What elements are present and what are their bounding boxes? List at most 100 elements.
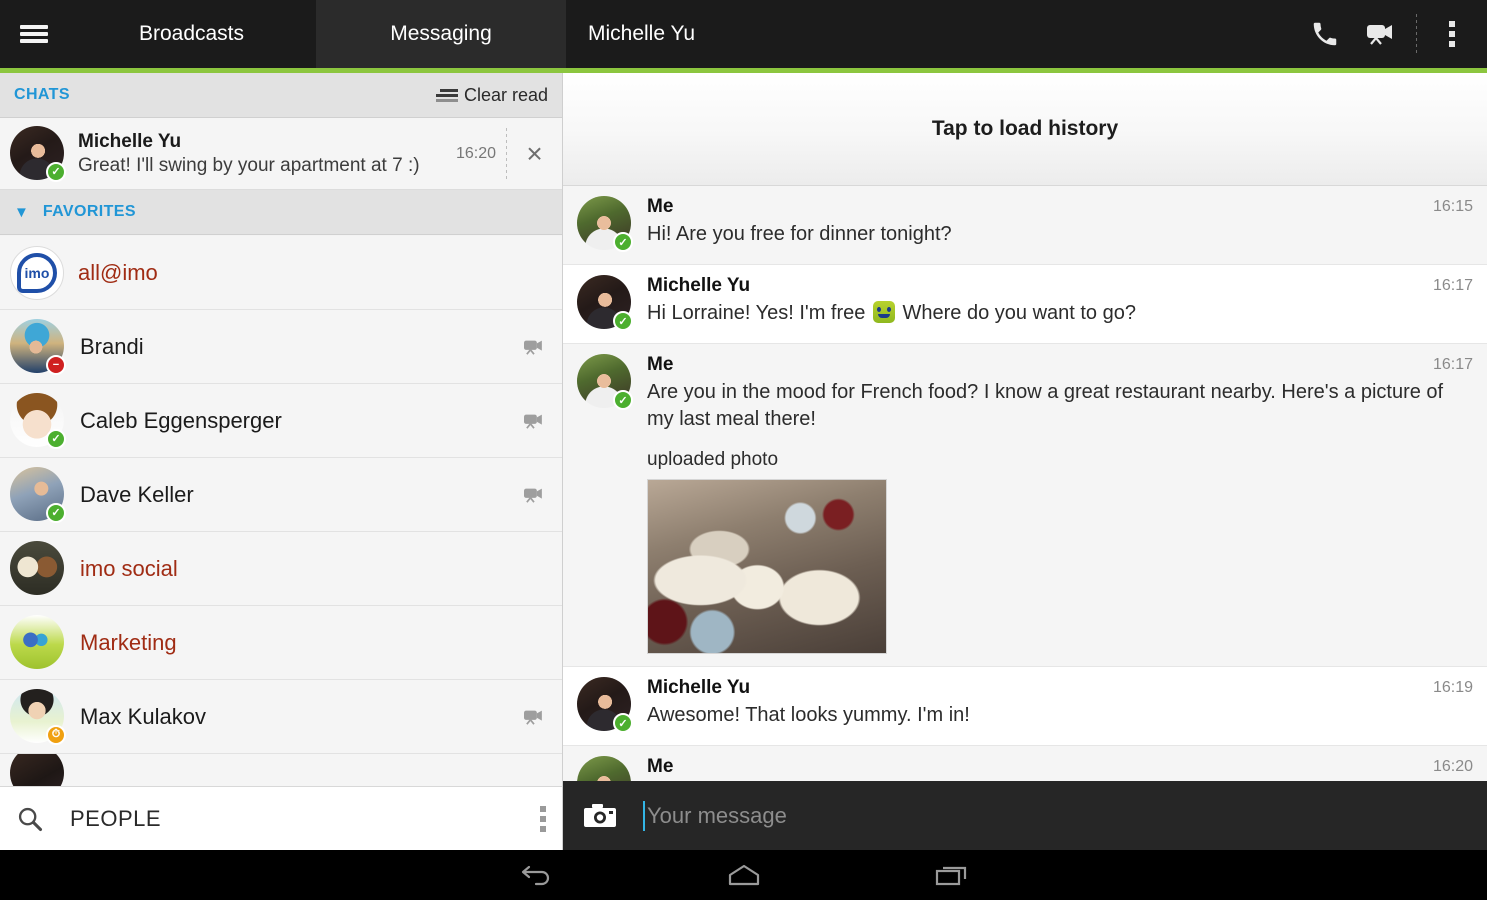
conversation-title: Michelle Yu [588, 22, 696, 45]
nav-back-button[interactable] [506, 855, 566, 895]
list-item[interactable]: ⏱ Max Kulakov [0, 680, 562, 754]
people-overflow-button[interactable] [540, 805, 546, 832]
video-camera-icon [1367, 25, 1392, 45]
chevron-down-icon: ▼ [14, 203, 29, 221]
tab-messaging-label: Messaging [390, 22, 492, 45]
phone-icon [1313, 22, 1337, 46]
avatar [10, 540, 66, 597]
content-area: CHATS Clear read ✓ Michelle Yu Great! I'… [0, 73, 1487, 850]
status-badge-online: ✓ [613, 390, 633, 410]
list-item[interactable]: imo social [0, 532, 562, 606]
nav-recents-button[interactable] [922, 855, 982, 895]
chats-header: CHATS Clear read [0, 73, 562, 118]
message-sender: Me [647, 354, 674, 375]
message-text-after: Where do you want to go? [896, 302, 1136, 324]
list-item[interactable]: − Brandi [0, 310, 562, 384]
message-placeholder: Your message [647, 802, 787, 828]
video-call-button[interactable] [506, 485, 562, 505]
status-badge-online: ✓ [46, 161, 66, 182]
contact-name: Caleb Eggensperger [80, 407, 282, 433]
avatar: ✓ [577, 196, 633, 252]
message-row: ✓ Me Hi! Are you free for dinner tonight… [563, 186, 1487, 265]
message-sender: Michelle Yu [647, 677, 751, 698]
message-input-bar: Your message [563, 781, 1487, 850]
message-body: Me Are you in the mood for French food? … [633, 354, 1487, 654]
contact-name: Brandi [80, 333, 144, 359]
status-badge-online: ✓ [46, 428, 66, 449]
list-item[interactable]: Marketing [0, 606, 562, 680]
contact-name: Marketing [80, 629, 177, 655]
message-sender: Me [647, 756, 674, 777]
clear-read-button[interactable]: Clear read [435, 85, 548, 106]
camera-button[interactable] [583, 803, 625, 829]
camera-icon [584, 803, 616, 827]
status-badge-online: ✓ [46, 502, 66, 523]
avatar-image [10, 540, 64, 595]
message-time: 16:19 [1432, 679, 1473, 696]
contact-name: all@imo [78, 259, 158, 285]
message-body: Michelle Yu Hi Lorraine! Yes! I'm free W… [633, 275, 1487, 331]
app-screen: Broadcasts Messaging Michelle Yu CHATS C… [0, 0, 1487, 900]
overflow-menu-button[interactable] [1427, 0, 1477, 68]
home-icon [728, 864, 759, 886]
chats-header-label: CHATS [14, 86, 70, 103]
status-badge-busy: − [46, 354, 66, 375]
video-call-button[interactable] [506, 707, 562, 727]
load-history-label: Tap to load history [931, 117, 1119, 140]
stacked-lines-icon [435, 88, 458, 102]
video-camera-icon [524, 340, 542, 355]
contact-name: Dave Keller [80, 481, 194, 507]
avatar: ✓ [577, 677, 633, 733]
recents-icon [935, 866, 966, 886]
chat-item-preview: Great! I'll swing by your apartment at 7… [78, 154, 420, 176]
video-call-button[interactable] [506, 337, 562, 357]
message-time: 16:15 [1432, 198, 1473, 215]
message-row: ✓ Michelle Yu Hi Lorraine! Yes! I'm free… [563, 265, 1487, 344]
top-bar: Broadcasts Messaging Michelle Yu [0, 0, 1487, 68]
status-badge-online: ✓ [613, 232, 633, 252]
chat-list-item[interactable]: ✓ Michelle Yu Great! I'll swing by your … [0, 118, 562, 190]
message-list[interactable]: ✓ Me Hi! Are you free for dinner tonight… [563, 186, 1487, 781]
message-time: 16:17 [1432, 356, 1473, 373]
message-photo[interactable] [647, 479, 887, 654]
video-camera-icon [524, 488, 542, 503]
three-dots-icon [1449, 21, 1455, 47]
imo-logo-icon: imo [10, 245, 64, 300]
favorites-header-label: FAVORITES [42, 203, 136, 220]
close-chat-icon[interactable]: × [507, 138, 562, 170]
message-row: ✓ Michelle Yu Awesome! That looks yummy.… [563, 667, 1487, 746]
avatar: − [10, 318, 66, 375]
favorites-header[interactable]: ▼ FAVORITES [0, 190, 562, 235]
message-row: ✓ Me Are you in the mood for French food… [563, 344, 1487, 667]
chat-item-name: Michelle Yu [78, 130, 182, 152]
tab-broadcasts[interactable]: Broadcasts [67, 0, 316, 68]
video-call-button[interactable] [1356, 0, 1406, 68]
people-search-bar[interactable]: PEOPLE [0, 786, 562, 850]
tab-broadcasts-label: Broadcasts [138, 22, 245, 45]
video-call-button[interactable] [506, 411, 562, 431]
message-input[interactable]: Your message [625, 800, 1487, 831]
contact-list[interactable]: imo all@imo − Brandi ✓ Caleb Eggensperge… [0, 236, 562, 805]
message-text: Hi! Are you free for dinner tonight? [647, 223, 952, 245]
load-history-button[interactable]: Tap to load history [563, 73, 1487, 186]
android-nav-bar [0, 850, 1487, 900]
message-text: Awesome! That looks yummy. I'm in! [647, 704, 970, 726]
avatar [10, 614, 66, 671]
avatar: ⏱ [10, 688, 66, 745]
message-body: Michelle Yu Awesome! That looks yummy. I… [633, 677, 1487, 733]
avatar: ✓ [10, 392, 66, 449]
avatar-image [10, 614, 64, 669]
avatar: ✓ [577, 354, 633, 410]
list-item[interactable]: ✓ Caleb Eggensperger [0, 384, 562, 458]
tab-messaging[interactable]: Messaging [316, 0, 566, 68]
avatar: ✓ [577, 756, 633, 781]
list-item[interactable]: imo all@imo [0, 236, 562, 310]
chat-item-text: Michelle Yu Great! I'll swing by your ap… [66, 131, 456, 177]
message-body: Me Hi! Are you free for dinner tonight? [633, 196, 1487, 252]
smiley-emoji-icon [872, 301, 895, 323]
voice-call-button[interactable] [1300, 0, 1350, 68]
hamburger-menu-icon[interactable] [0, 0, 67, 68]
nav-home-button[interactable] [714, 855, 774, 895]
list-item[interactable]: ✓ Dave Keller [0, 458, 562, 532]
status-badge-away: ⏱ [46, 724, 66, 745]
